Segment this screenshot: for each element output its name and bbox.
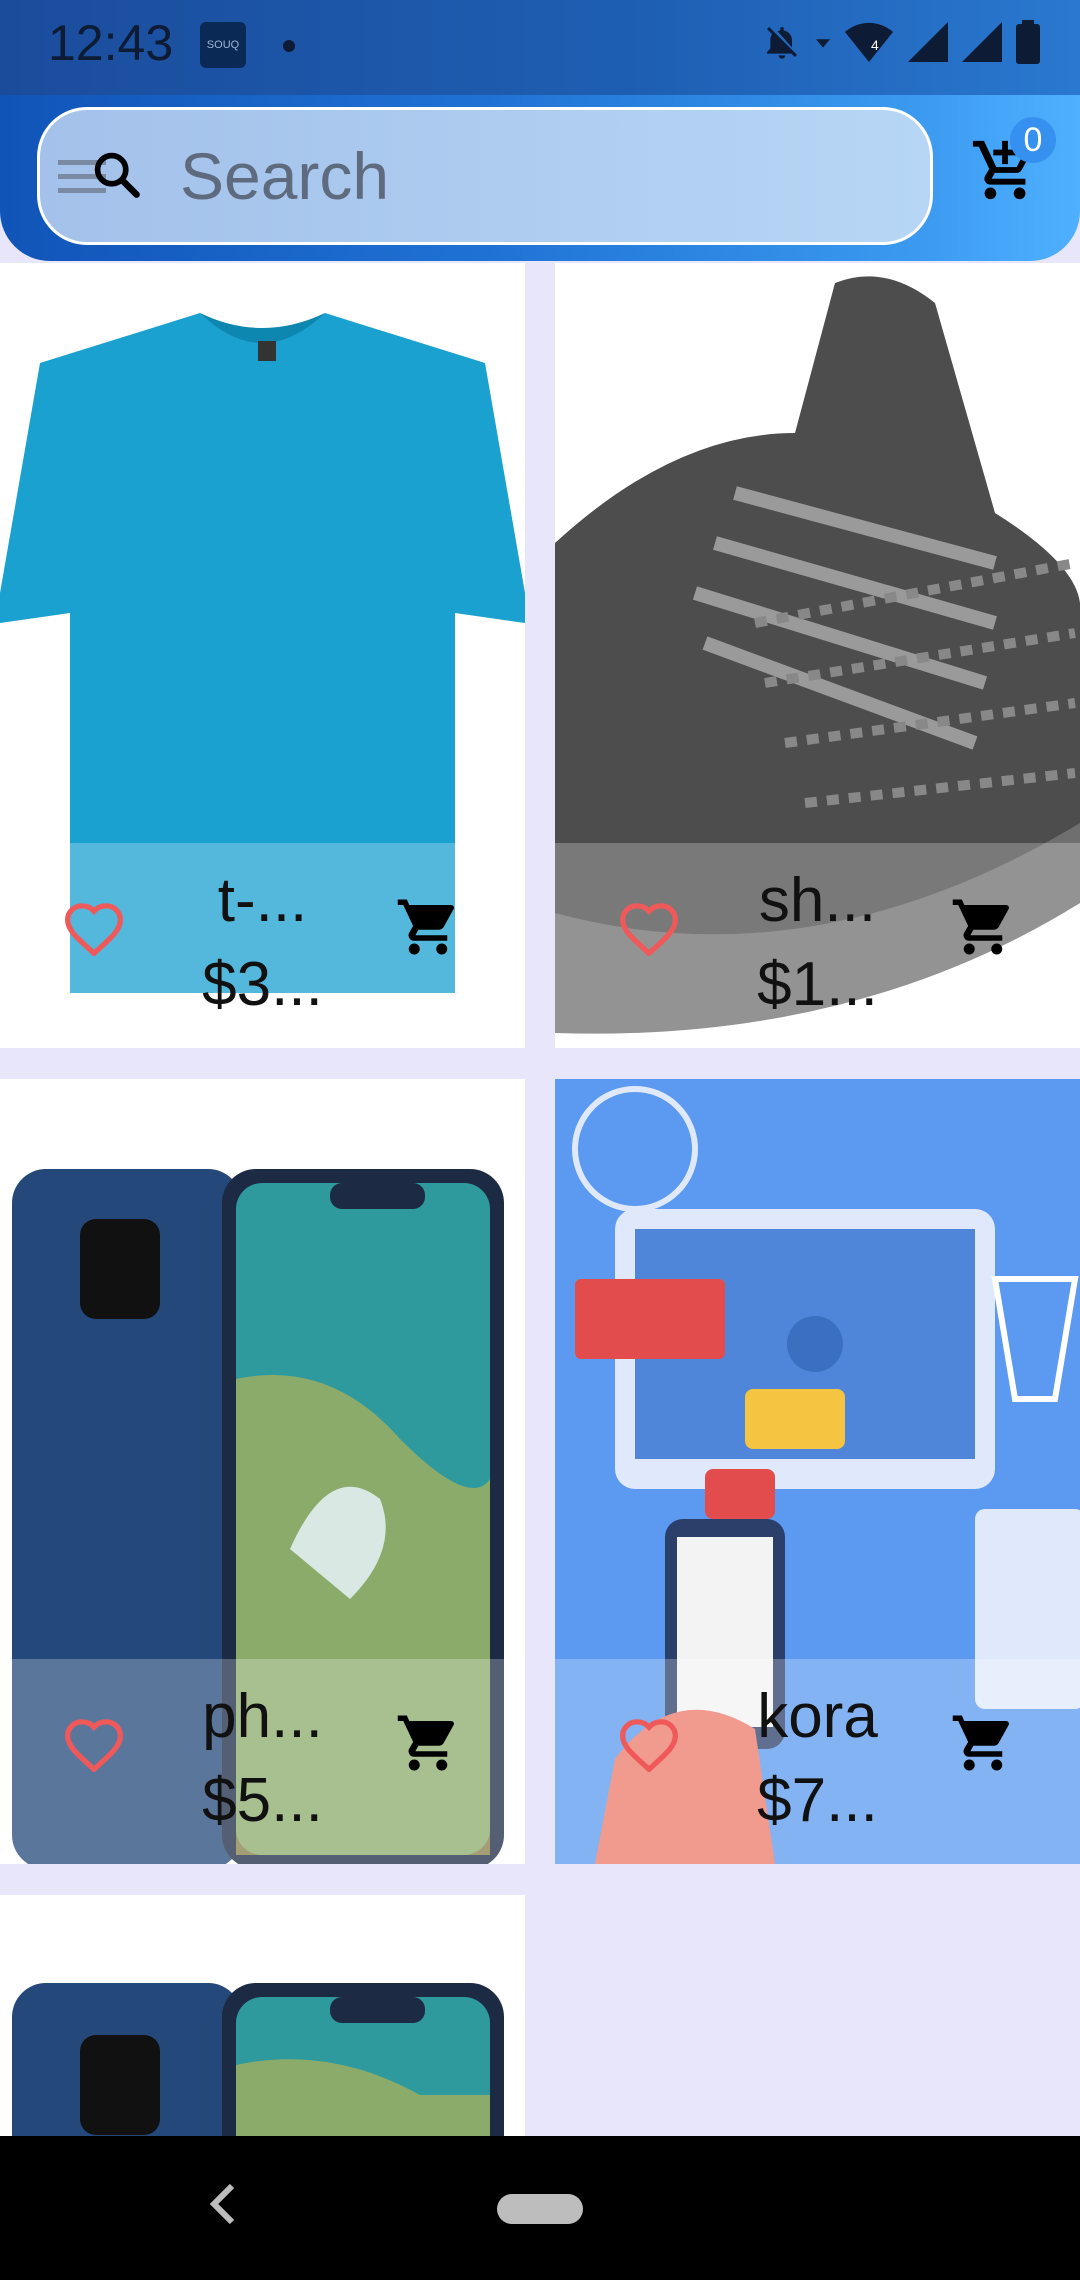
system-navigation-bar (0, 2136, 1080, 2280)
add-to-cart-icon[interactable] (395, 1710, 461, 1776)
search-input[interactable]: Search (180, 138, 389, 214)
signal-icon-2 (962, 22, 1002, 62)
notification-dot-icon (283, 40, 295, 52)
status-time: 12:43 (48, 15, 174, 71)
wifi-icon: 4 (845, 22, 893, 62)
product-card[interactable]: ph... $5... (0, 1079, 525, 1864)
data-arrows-icon (816, 39, 830, 48)
product-card[interactable]: t-... $3... (0, 263, 525, 1048)
home-pill-button[interactable] (497, 2194, 583, 2224)
add-to-cart-icon[interactable] (950, 1710, 1016, 1776)
search-icon (94, 152, 140, 198)
back-icon[interactable] (205, 2174, 241, 2234)
add-to-cart-icon[interactable] (395, 894, 461, 960)
product-card[interactable]: kora $7... (555, 1079, 1080, 1864)
signal-icon (908, 22, 948, 62)
battery-icon (1016, 20, 1040, 64)
product-image-phone (0, 1895, 525, 2136)
svg-text:4: 4 (871, 37, 879, 53)
cart-count-badge: 0 (1010, 117, 1056, 163)
souq-app-icon: SOUQ (200, 22, 246, 68)
status-icons: 4 (762, 20, 1040, 64)
add-to-cart-icon[interactable] (950, 894, 1016, 960)
status-bar: 12:43 SOUQ 4 (0, 0, 1080, 95)
search-field[interactable]: Search (37, 107, 933, 245)
app-bar: Search 0 (0, 95, 1080, 261)
product-card[interactable] (0, 1895, 525, 2136)
product-card[interactable]: sh... $1... (555, 263, 1080, 1048)
mute-icon (767, 27, 797, 59)
